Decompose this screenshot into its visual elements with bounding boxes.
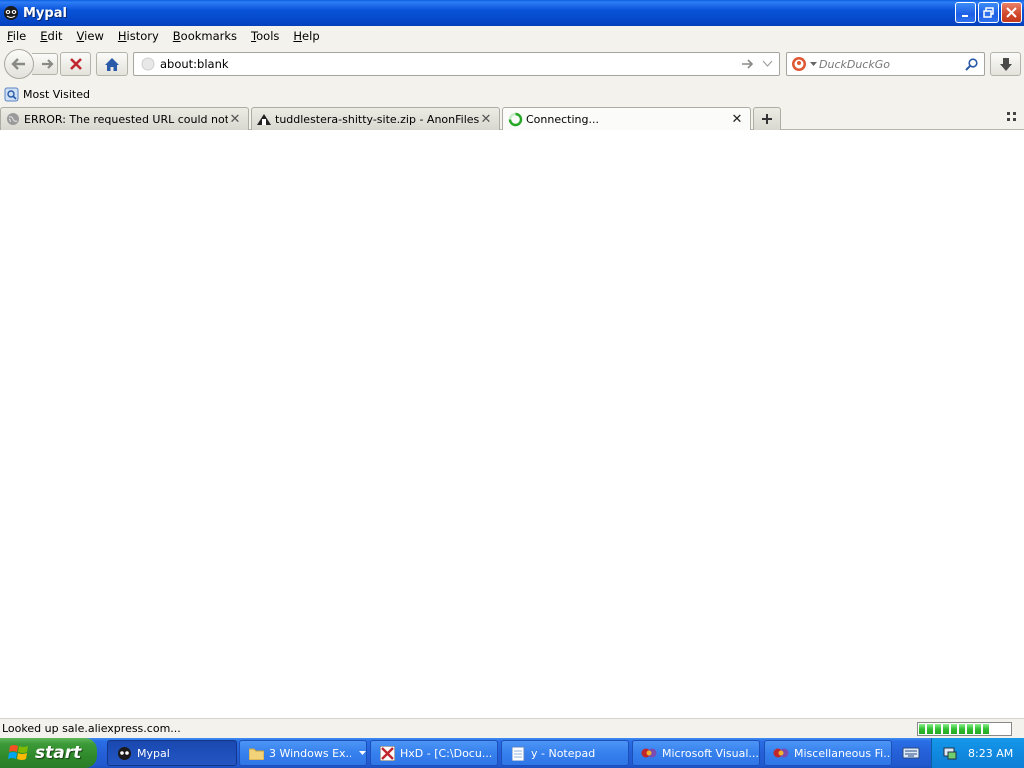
tab-label: ERROR: The requested URL could not be... (24, 112, 228, 126)
plus-icon (762, 114, 772, 124)
downloads-button[interactable] (990, 52, 1021, 76)
bookmarks-toolbar: Most Visited (0, 84, 1024, 105)
menu-view[interactable]: View (70, 29, 111, 43)
status-bar: Looked up sale.aliexpress.com... (0, 718, 1024, 738)
go-arrow-icon[interactable] (739, 58, 755, 70)
url-dropdown-icon[interactable] (759, 60, 775, 68)
close-button[interactable] (1001, 2, 1022, 23)
progress-segment (983, 724, 989, 734)
menu-bar: File Edit View History Bookmarks Tools H… (0, 26, 1024, 46)
tab-anonfiles[interactable]: tuddlestera-shitty-site.zip - AnonFiles … (251, 107, 500, 130)
bookmark-most-visited[interactable]: Most Visited (23, 88, 90, 101)
menu-tools[interactable]: Tools (244, 29, 286, 43)
progress-segment (959, 724, 965, 734)
back-arrow-icon (11, 58, 25, 70)
start-button[interactable]: start (0, 738, 97, 768)
anonfiles-icon (256, 111, 272, 127)
notepad-icon (510, 745, 526, 761)
tab-label: Connecting... (526, 113, 599, 126)
taskbar-item-misc-files[interactable]: Miscellaneous Fi... (764, 740, 892, 766)
folder-icon (248, 745, 264, 761)
tab-connecting[interactable]: Connecting... ✕ (502, 107, 751, 131)
home-button[interactable] (96, 52, 128, 76)
search-engine-selector[interactable] (787, 53, 817, 75)
taskbar-item-visual-studio[interactable]: Microsoft Visual... (632, 740, 760, 766)
tab-strip: ERROR: The requested URL could not be...… (0, 105, 1024, 131)
tab-label: tuddlestera-shitty-site.zip - AnonFiles (275, 112, 479, 126)
search-icon[interactable] (962, 57, 980, 71)
grid-icon (1007, 112, 1016, 121)
progress-segment (919, 724, 925, 734)
progress-segment (975, 724, 981, 734)
stop-icon (69, 58, 82, 70)
title-bar[interactable]: Mypal (0, 0, 1024, 26)
duckduckgo-icon (792, 57, 806, 71)
taskbar-item-explorer[interactable]: 3 Windows Ex... (239, 740, 367, 766)
menu-file[interactable]: File (0, 29, 33, 43)
url-text[interactable]: about:blank (160, 57, 739, 71)
globe-icon (5, 111, 21, 127)
minimize-icon (961, 14, 968, 17)
stop-button[interactable] (60, 52, 91, 76)
menu-help[interactable]: Help (286, 29, 326, 43)
list-all-tabs-button[interactable] (1006, 111, 1020, 125)
progress-segment (967, 724, 973, 734)
chevron-down-icon (810, 61, 817, 66)
taskbar-item-mypal[interactable]: Mypal (107, 740, 237, 766)
close-icon (1006, 7, 1017, 18)
page-content[interactable] (0, 130, 1024, 718)
start-label: start (35, 743, 82, 763)
tab-close-icon[interactable]: ✕ (730, 112, 744, 127)
visual-studio-icon (641, 745, 657, 761)
network-icon[interactable] (942, 745, 958, 761)
restore-button[interactable] (978, 2, 999, 23)
site-identity-icon[interactable] (140, 56, 156, 72)
taskbar-item-notepad[interactable]: y - Notepad (501, 740, 629, 766)
restore-icon (983, 7, 994, 18)
menu-edit[interactable]: Edit (33, 29, 69, 43)
menu-bookmarks[interactable]: Bookmarks (166, 29, 244, 43)
status-text: Looked up sale.aliexpress.com... (2, 722, 181, 735)
progress-segment (951, 724, 957, 734)
back-button[interactable] (4, 49, 34, 79)
forward-button[interactable] (32, 53, 58, 75)
url-bar[interactable]: about:blank (133, 52, 780, 76)
chevron-down-icon (359, 750, 366, 755)
tab-error[interactable]: ERROR: The requested URL could not be...… (0, 107, 249, 130)
download-arrow-icon (999, 57, 1012, 71)
taskbar-item-hxd[interactable]: HxD - [C:\Docu... (370, 740, 498, 766)
system-tray: 8:23 AM (931, 738, 1024, 768)
home-icon (105, 57, 119, 71)
navigation-toolbar: about:blank DuckDuckGo (0, 46, 1024, 84)
progress-segment (927, 724, 933, 734)
window-title: Mypal (23, 5, 67, 21)
mypal-app-icon (3, 5, 19, 21)
loading-spinner-icon (507, 112, 523, 128)
tab-close-icon[interactable]: ✕ (228, 112, 242, 127)
search-bar[interactable]: DuckDuckGo (786, 52, 985, 76)
clock[interactable]: 8:23 AM (968, 747, 1013, 760)
new-tab-button[interactable] (753, 107, 781, 130)
hxd-icon (379, 745, 395, 761)
menu-history[interactable]: History (111, 29, 166, 43)
progress-segment (935, 724, 941, 734)
forward-arrow-icon (41, 59, 54, 69)
progress-segment (943, 724, 949, 734)
search-input[interactable]: DuckDuckGo (819, 58, 962, 71)
mypal-icon (116, 745, 132, 761)
windows-logo-icon (8, 745, 28, 760)
minimize-button[interactable] (955, 2, 976, 23)
taskbar: start Mypal 3 Windows Ex... HxD - [C:\Do… (0, 738, 1024, 768)
visual-studio-icon (773, 745, 789, 761)
most-visited-icon[interactable] (3, 87, 19, 103)
tab-close-icon[interactable]: ✕ (479, 112, 493, 127)
keyboard-icon[interactable] (902, 745, 920, 761)
progress-bar (917, 722, 1012, 736)
